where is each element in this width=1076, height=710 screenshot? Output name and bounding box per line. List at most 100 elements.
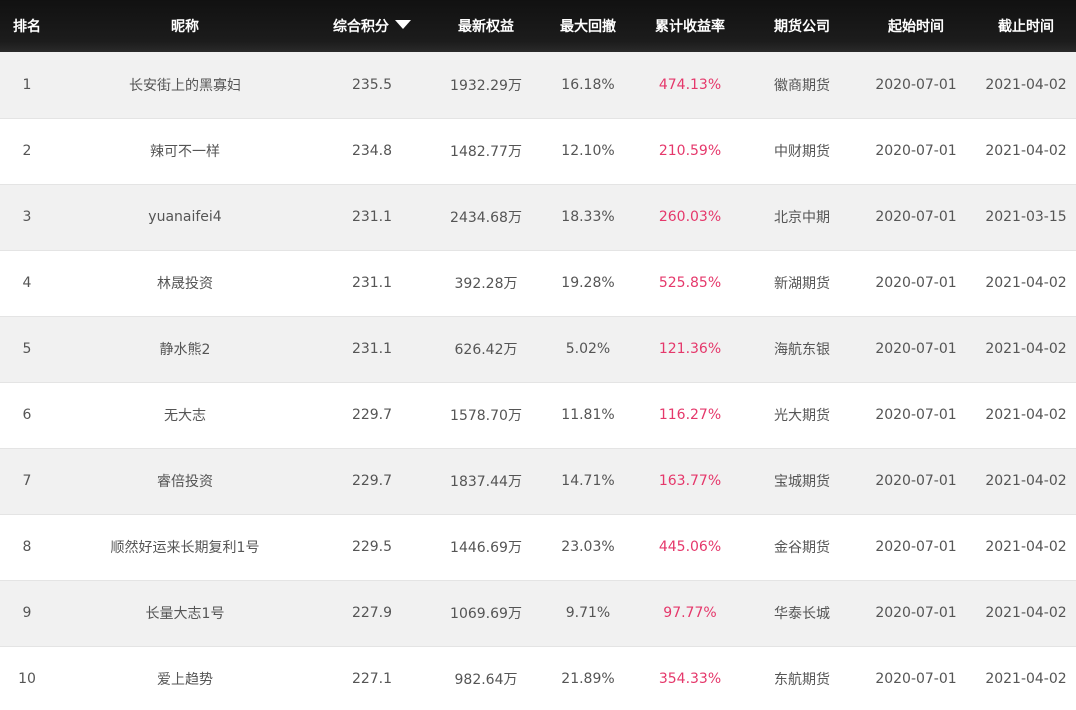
start-date-cell: 2020-07-01 — [875, 605, 957, 621]
sort-desc-icon[interactable] — [395, 20, 411, 29]
rank-cell: 6 — [22, 407, 32, 423]
header-nickname[interactable]: 昵称 — [54, 0, 316, 52]
company-cell: 光大期货 — [774, 408, 830, 424]
company-cell: 海航东银 — [774, 342, 830, 358]
table-row[interactable]: 7 睿倍投资 229.7 1837.44万 14.71% 163.77% 宝城期货 2020-… — [0, 448, 1076, 514]
nickname-cell[interactable]: 长安街上的黑寡妇 — [54, 52, 316, 118]
score-cell: 231.1 — [351, 209, 393, 225]
header-score[interactable]: 综合积分 — [316, 0, 428, 52]
company-cell: 新湖期货 — [774, 276, 830, 292]
equity-cell: 1578.70万 — [450, 408, 522, 424]
header-row: 排名 昵称 综合积分 最新权益 最大回撤 累计收益率 期货公司 起始时间 截止时… — [0, 0, 1076, 52]
score-cell: 227.9 — [351, 605, 393, 621]
header-equity-label: 最新权益 — [458, 19, 514, 35]
nickname-cell[interactable]: 爱上趋势 — [54, 646, 316, 710]
header-equity[interactable]: 最新权益 — [428, 0, 544, 52]
nickname-cell[interactable]: 辣可不一样 — [54, 118, 316, 184]
equity-cell: 1932.29万 — [450, 77, 522, 94]
header-drawdown-label: 最大回撤 — [560, 19, 616, 35]
header-start[interactable]: 起始时间 — [856, 0, 976, 52]
end-date-cell: 2021-04-02 — [985, 671, 1067, 688]
nickname-cell[interactable]: 长量大志1号 — [54, 580, 316, 646]
nickname-cell[interactable]: 静水熊2 — [54, 316, 316, 382]
equity-cell: 1446.69万 — [450, 540, 522, 556]
equity-cell: 626.42万 — [454, 342, 518, 358]
drawdown-cell: 12.10% — [561, 143, 615, 159]
end-date-cell: 2021-04-02 — [985, 143, 1067, 159]
header-return[interactable]: 累计收益率 — [632, 0, 748, 52]
table-row[interactable]: 9 长量大志1号 227.9 1069.69万 9.71% 97.77% 华泰长城 2020-… — [0, 580, 1076, 646]
return-cell: 116.27% — [658, 407, 722, 423]
equity-cell: 2434.68万 — [450, 210, 522, 226]
score-cell: 229.7 — [351, 407, 393, 423]
table-row[interactable]: 2 辣可不一样 234.8 1482.77万 12.10% 210.59% 中财期货 2020… — [0, 118, 1076, 184]
score-cell: 229.7 — [351, 473, 393, 489]
start-date-cell: 2020-07-01 — [875, 209, 957, 225]
rank-cell: 5 — [22, 341, 32, 357]
company-cell: 中财期货 — [774, 144, 830, 160]
rank-cell: 1 — [22, 76, 32, 93]
nickname-cell[interactable]: 睿倍投资 — [54, 448, 316, 514]
drawdown-cell: 23.03% — [561, 539, 615, 555]
table-row[interactable]: 6 无大志 229.7 1578.70万 11.81% 116.27% 光大期货 2020-0… — [0, 382, 1076, 448]
table-row[interactable]: 1 长安街上的黑寡妇 235.5 1932.29万 16.18% 474.13% 徽商期货 2… — [0, 52, 1076, 118]
rank-cell: 10 — [18, 671, 36, 688]
start-date-cell: 2020-07-01 — [875, 76, 957, 93]
table-body: 1 长安街上的黑寡妇 235.5 1932.29万 16.18% 474.13% 徽商期货 2… — [0, 52, 1076, 710]
header-end[interactable]: 截止时间 — [976, 0, 1076, 52]
return-cell: 474.13% — [658, 76, 722, 93]
company-cell: 北京中期 — [774, 210, 830, 226]
rank-cell: 9 — [22, 605, 32, 621]
score-cell: 231.1 — [351, 275, 393, 291]
start-date-cell: 2020-07-01 — [875, 407, 957, 423]
ranking-table: 排名 昵称 综合积分 最新权益 最大回撤 累计收益率 期货公司 起始时间 截止时… — [0, 0, 1076, 710]
table-row[interactable]: 3 yuanaifei4 231.1 2434.68万 18.33% 260.03% 北京中… — [0, 184, 1076, 250]
nickname-cell[interactable]: 无大志 — [54, 382, 316, 448]
header-company[interactable]: 期货公司 — [748, 0, 856, 52]
end-date-cell: 2021-04-02 — [985, 341, 1067, 357]
company-cell: 东航期货 — [774, 672, 830, 689]
header-company-label: 期货公司 — [774, 19, 830, 35]
end-date-cell: 2021-04-02 — [985, 76, 1067, 93]
drawdown-cell: 9.71% — [565, 605, 611, 621]
rank-cell: 4 — [22, 275, 32, 291]
company-cell: 徽商期货 — [774, 77, 830, 94]
score-cell: 231.1 — [351, 341, 393, 357]
return-cell: 354.33% — [658, 671, 722, 688]
rank-cell: 8 — [22, 539, 32, 555]
rank-cell: 2 — [22, 143, 32, 159]
table-row[interactable]: 8 顺然好运来长期复利1号 229.5 1446.69万 23.03% 445.06% 金谷… — [0, 514, 1076, 580]
nickname-cell[interactable]: 顺然好运来长期复利1号 — [54, 514, 316, 580]
end-date-cell: 2021-04-02 — [985, 539, 1067, 555]
header-drawdown[interactable]: 最大回撤 — [544, 0, 632, 52]
score-cell: 234.8 — [351, 143, 393, 159]
equity-cell: 982.64万 — [454, 672, 518, 689]
table-row[interactable]: 5 静水熊2 231.1 626.42万 5.02% 121.36% 海航东银 2020-07… — [0, 316, 1076, 382]
header-end-label: 截止时间 — [998, 19, 1054, 35]
header-rank-label: 排名 — [13, 19, 41, 35]
end-date-cell: 2021-04-02 — [985, 473, 1067, 489]
rank-cell: 7 — [22, 473, 32, 489]
header-nickname-label: 昵称 — [171, 19, 199, 35]
header-rank[interactable]: 排名 — [0, 0, 54, 52]
drawdown-cell: 21.89% — [561, 671, 615, 688]
return-cell: 260.03% — [658, 209, 722, 225]
score-cell: 235.5 — [351, 76, 393, 93]
header-return-label: 累计收益率 — [655, 19, 725, 35]
nickname-cell[interactable]: 林晟投资 — [54, 250, 316, 316]
end-date-cell: 2021-03-15 — [985, 209, 1067, 225]
table-row[interactable]: 10 爱上趋势 227.1 982.64万 21.89% 354.33% 东航期货 2020-… — [0, 646, 1076, 710]
score-cell: 229.5 — [351, 539, 393, 555]
return-cell: 210.59% — [658, 143, 722, 159]
table-header: 排名 昵称 综合积分 最新权益 最大回撤 累计收益率 期货公司 起始时间 截止时… — [0, 0, 1076, 52]
start-date-cell: 2020-07-01 — [875, 341, 957, 357]
return-cell: 445.06% — [658, 539, 722, 555]
table-row[interactable]: 4 林晟投资 231.1 392.28万 19.28% 525.85% 新湖期货 2020-0… — [0, 250, 1076, 316]
equity-cell: 392.28万 — [454, 276, 518, 292]
header-score-label: 综合积分 — [333, 19, 389, 35]
start-date-cell: 2020-07-01 — [875, 473, 957, 489]
start-date-cell: 2020-07-01 — [875, 671, 957, 688]
equity-cell: 1837.44万 — [450, 474, 522, 490]
return-cell: 97.77% — [663, 605, 717, 621]
nickname-cell[interactable]: yuanaifei4 — [54, 184, 316, 250]
